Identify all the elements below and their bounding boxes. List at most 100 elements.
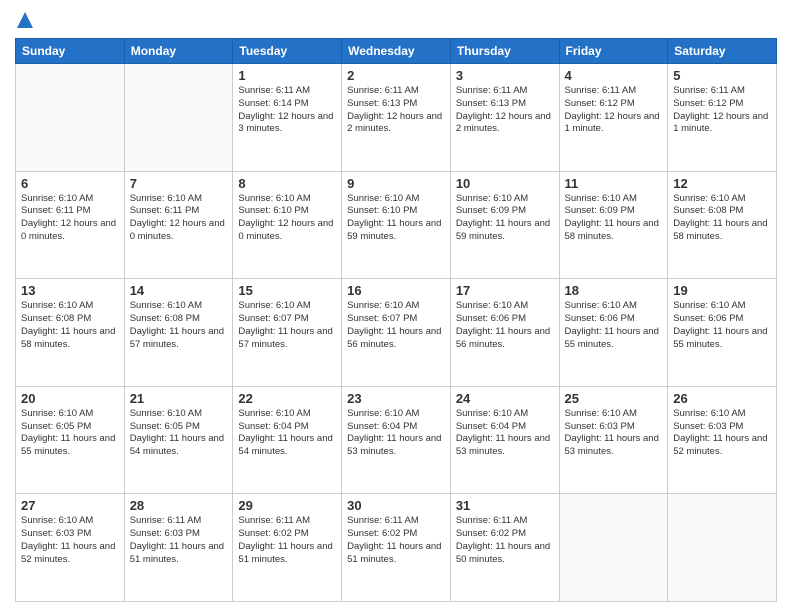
day-number: 3 <box>456 68 554 83</box>
calendar-cell: 17 Sunrise: 6:10 AM Sunset: 6:06 PM Dayli… <box>450 279 559 387</box>
day-detail: Sunrise: 6:11 AM Sunset: 6:12 PM Dayligh… <box>565 85 663 136</box>
day-number: 26 <box>673 391 771 406</box>
day-number: 15 <box>238 283 336 298</box>
calendar-cell: 10 Sunrise: 6:10 AM Sunset: 6:09 PM Dayli… <box>450 171 559 279</box>
day-number: 23 <box>347 391 445 406</box>
calendar-table: SundayMondayTuesdayWednesdayThursdayFrid… <box>15 38 777 602</box>
day-number: 30 <box>347 498 445 513</box>
day-detail: Sunrise: 6:10 AM Sunset: 6:06 PM Dayligh… <box>673 300 771 351</box>
calendar-cell: 27 Sunrise: 6:10 AM Sunset: 6:03 PM Dayli… <box>16 494 125 602</box>
page: SundayMondayTuesdayWednesdayThursdayFrid… <box>0 0 792 612</box>
weekday-header-thursday: Thursday <box>450 39 559 64</box>
weekday-header-saturday: Saturday <box>668 39 777 64</box>
weekday-header-sunday: Sunday <box>16 39 125 64</box>
calendar-cell: 16Sunrise: 6:10 AM Sunset: 6:07 PM Dayli… <box>342 279 451 387</box>
day-detail: Sunrise: 6:11 AM Sunset: 6:02 PM Dayligh… <box>238 515 336 566</box>
header <box>15 10 777 30</box>
day-number: 6 <box>21 176 119 191</box>
calendar-cell: 9 Sunrise: 6:10 AM Sunset: 6:10 PM Daylig… <box>342 171 451 279</box>
calendar-cell: 3Sunrise: 6:11 AM Sunset: 6:13 PM Daylig… <box>450 64 559 172</box>
day-number: 31 <box>456 498 554 513</box>
day-detail: Sunrise: 6:10 AM Sunset: 6:03 PM Dayligh… <box>673 408 771 459</box>
day-detail: Sunrise: 6:10 AM Sunset: 6:03 PM Dayligh… <box>21 515 119 566</box>
calendar-cell: 4Sunrise: 6:11 AM Sunset: 6:12 PM Daylig… <box>559 64 668 172</box>
day-number: 16 <box>347 283 445 298</box>
day-number: 2 <box>347 68 445 83</box>
day-number: 12 <box>673 176 771 191</box>
day-detail: Sunrise: 6:10 AM Sunset: 6:08 PM Dayligh… <box>673 193 771 244</box>
weekday-header-friday: Friday <box>559 39 668 64</box>
calendar-cell: 8Sunrise: 6:10 AM Sunset: 6:10 PM Daylig… <box>233 171 342 279</box>
calendar-cell: 19 Sunrise: 6:10 AM Sunset: 6:06 PM Dayli… <box>668 279 777 387</box>
day-number: 14 <box>130 283 228 298</box>
day-number: 19 <box>673 283 771 298</box>
calendar-cell: 22Sunrise: 6:10 AM Sunset: 6:04 PM Dayli… <box>233 386 342 494</box>
day-number: 9 <box>347 176 445 191</box>
day-detail: Sunrise: 6:10 AM Sunset: 6:11 PM Dayligh… <box>130 193 228 244</box>
calendar-cell: 28 Sunrise: 6:11 AM Sunset: 6:03 PM Dayli… <box>124 494 233 602</box>
calendar-cell: 15 Sunrise: 6:10 AM Sunset: 6:07 PM Dayli… <box>233 279 342 387</box>
calendar-cell: 2 Sunrise: 6:11 AM Sunset: 6:13 PM Daylig… <box>342 64 451 172</box>
day-number: 28 <box>130 498 228 513</box>
day-detail: Sunrise: 6:10 AM Sunset: 6:09 PM Dayligh… <box>565 193 663 244</box>
weekday-header-tuesday: Tuesday <box>233 39 342 64</box>
calendar-cell <box>668 494 777 602</box>
week-row-1: 1 Sunrise: 6:11 AM Sunset: 6:14 PM Daylig… <box>16 64 777 172</box>
calendar-cell <box>16 64 125 172</box>
day-detail: Sunrise: 6:10 AM Sunset: 6:09 PM Dayligh… <box>456 193 554 244</box>
day-detail: Sunrise: 6:10 AM Sunset: 6:03 PM Dayligh… <box>565 408 663 459</box>
day-detail: Sunrise: 6:10 AM Sunset: 6:07 PM Dayligh… <box>238 300 336 351</box>
calendar-cell: 5 Sunrise: 6:11 AM Sunset: 6:12 PM Daylig… <box>668 64 777 172</box>
day-detail: Sunrise: 6:10 AM Sunset: 6:05 PM Dayligh… <box>21 408 119 459</box>
calendar-cell: 18 Sunrise: 6:10 AM Sunset: 6:06 PM Dayli… <box>559 279 668 387</box>
day-detail: Sunrise: 6:10 AM Sunset: 6:06 PM Dayligh… <box>456 300 554 351</box>
day-number: 1 <box>238 68 336 83</box>
calendar-cell: 7 Sunrise: 6:10 AM Sunset: 6:11 PM Daylig… <box>124 171 233 279</box>
day-number: 7 <box>130 176 228 191</box>
calendar-cell: 31 Sunrise: 6:11 AM Sunset: 6:02 PM Dayli… <box>450 494 559 602</box>
day-number: 5 <box>673 68 771 83</box>
day-number: 20 <box>21 391 119 406</box>
calendar-cell: 20 Sunrise: 6:10 AM Sunset: 6:05 PM Dayli… <box>16 386 125 494</box>
day-number: 29 <box>238 498 336 513</box>
calendar-cell: 12 Sunrise: 6:10 AM Sunset: 6:08 PM Dayli… <box>668 171 777 279</box>
day-number: 8 <box>238 176 336 191</box>
calendar-cell: 13Sunrise: 6:10 AM Sunset: 6:08 PM Dayli… <box>16 279 125 387</box>
week-row-5: 27 Sunrise: 6:10 AM Sunset: 6:03 PM Dayli… <box>16 494 777 602</box>
day-detail: Sunrise: 6:11 AM Sunset: 6:02 PM Dayligh… <box>456 515 554 566</box>
weekday-header-wednesday: Wednesday <box>342 39 451 64</box>
day-detail: Sunrise: 6:10 AM Sunset: 6:04 PM Dayligh… <box>347 408 445 459</box>
day-number: 18 <box>565 283 663 298</box>
day-detail: Sunrise: 6:10 AM Sunset: 6:11 PM Dayligh… <box>21 193 119 244</box>
day-number: 22 <box>238 391 336 406</box>
weekday-header-row: SundayMondayTuesdayWednesdayThursdayFrid… <box>16 39 777 64</box>
day-detail: Sunrise: 6:11 AM Sunset: 6:12 PM Dayligh… <box>673 85 771 136</box>
day-detail: Sunrise: 6:10 AM Sunset: 6:10 PM Dayligh… <box>347 193 445 244</box>
logo <box>15 10 35 30</box>
calendar-cell: 29 Sunrise: 6:11 AM Sunset: 6:02 PM Dayli… <box>233 494 342 602</box>
day-detail: Sunrise: 6:11 AM Sunset: 6:02 PM Dayligh… <box>347 515 445 566</box>
calendar-cell: 21 Sunrise: 6:10 AM Sunset: 6:05 PM Dayli… <box>124 386 233 494</box>
calendar-cell: 25Sunrise: 6:10 AM Sunset: 6:03 PM Dayli… <box>559 386 668 494</box>
day-number: 21 <box>130 391 228 406</box>
day-detail: Sunrise: 6:10 AM Sunset: 6:06 PM Dayligh… <box>565 300 663 351</box>
day-detail: Sunrise: 6:10 AM Sunset: 6:08 PM Dayligh… <box>130 300 228 351</box>
day-detail: Sunrise: 6:10 AM Sunset: 6:05 PM Dayligh… <box>130 408 228 459</box>
day-number: 24 <box>456 391 554 406</box>
calendar-cell: 24Sunrise: 6:10 AM Sunset: 6:04 PM Dayli… <box>450 386 559 494</box>
calendar-cell: 26 Sunrise: 6:10 AM Sunset: 6:03 PM Dayli… <box>668 386 777 494</box>
calendar-cell: 11 Sunrise: 6:10 AM Sunset: 6:09 PM Dayli… <box>559 171 668 279</box>
weekday-header-monday: Monday <box>124 39 233 64</box>
day-detail: Sunrise: 6:11 AM Sunset: 6:14 PM Dayligh… <box>238 85 336 136</box>
week-row-4: 20 Sunrise: 6:10 AM Sunset: 6:05 PM Dayli… <box>16 386 777 494</box>
day-detail: Sunrise: 6:11 AM Sunset: 6:13 PM Dayligh… <box>347 85 445 136</box>
day-number: 10 <box>456 176 554 191</box>
calendar-cell <box>124 64 233 172</box>
week-row-2: 6 Sunrise: 6:10 AM Sunset: 6:11 PM Daylig… <box>16 171 777 279</box>
day-detail: Sunrise: 6:10 AM Sunset: 6:08 PM Dayligh… <box>21 300 119 351</box>
calendar-cell: 23 Sunrise: 6:10 AM Sunset: 6:04 PM Dayli… <box>342 386 451 494</box>
day-detail: Sunrise: 6:11 AM Sunset: 6:03 PM Dayligh… <box>130 515 228 566</box>
day-number: 11 <box>565 176 663 191</box>
day-number: 27 <box>21 498 119 513</box>
day-number: 17 <box>456 283 554 298</box>
